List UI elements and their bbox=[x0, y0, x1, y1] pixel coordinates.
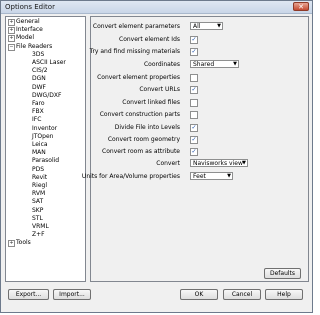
chevron-down-icon[interactable]: ▼ bbox=[233, 61, 237, 68]
setting-dropdown[interactable]: Shared ▼ bbox=[190, 60, 239, 68]
checkbox-unchecked[interactable] bbox=[190, 74, 198, 82]
tree-item-label: General bbox=[16, 18, 40, 25]
tree-item-label: DWF bbox=[32, 83, 47, 91]
settings-panel: Convert element parameters All ▼ Convert el… bbox=[82, 16, 309, 282]
tree-item-label: VRML bbox=[32, 223, 49, 230]
dropdown-value: All bbox=[193, 23, 201, 30]
options-editor-window: Options Editor ✕ + General + Interface + Mode… bbox=[0, 0, 313, 313]
tree-item-label: Inventor bbox=[32, 124, 58, 132]
help-button[interactable]: Help bbox=[265, 289, 303, 300]
setting-row: Convert URLs ✓ bbox=[91, 85, 308, 95]
tree-item-label: ASCII Laser bbox=[32, 59, 66, 66]
expand-icon[interactable]: + bbox=[8, 27, 15, 35]
setting-label: Try and find missing materials bbox=[89, 48, 180, 55]
checkbox-checked[interactable]: ✓ bbox=[190, 36, 198, 44]
checkbox-checked[interactable]: ✓ bbox=[190, 148, 198, 156]
window-title: Options Editor bbox=[5, 3, 55, 11]
checkbox-unchecked[interactable] bbox=[190, 111, 198, 119]
tree-item-label: Revit bbox=[32, 173, 48, 181]
cancel-button[interactable]: Cancel bbox=[223, 289, 261, 300]
tree-item-label: IFC bbox=[32, 116, 42, 124]
export-button[interactable]: Export... bbox=[8, 289, 49, 300]
setting-dropdown[interactable]: All ▼ bbox=[190, 22, 223, 30]
setting-row: Divide File into Levels ✓ bbox=[91, 123, 308, 133]
dropdown-value: Navisworks view bbox=[193, 160, 243, 167]
expand-icon[interactable]: + bbox=[8, 35, 15, 43]
checkbox-checked[interactable]: ✓ bbox=[190, 124, 198, 132]
setting-label: Convert element Ids bbox=[119, 36, 180, 43]
setting-label: Convert bbox=[156, 160, 180, 167]
tree-item-label: Tools bbox=[16, 239, 31, 247]
setting-row: Convert construction parts bbox=[91, 110, 308, 120]
tree-item-label: PDS bbox=[32, 165, 45, 173]
setting-row: Units for Area/Volume properties Feet ▼ bbox=[82, 172, 308, 182]
tree-item-label: JTOpen bbox=[32, 132, 54, 140]
setting-label: Convert room geometry bbox=[107, 136, 180, 143]
tree-item-label: Model bbox=[16, 34, 35, 42]
tree-item-label: Z+F bbox=[32, 231, 45, 239]
tree-item-label: CIS/2 bbox=[32, 67, 48, 75]
tree-item-label: Riegl bbox=[32, 182, 48, 189]
setting-row: Convert room as attribute ✓ bbox=[91, 147, 308, 157]
setting-label: Convert URLs bbox=[139, 86, 180, 93]
ok-button[interactable]: OK bbox=[180, 289, 218, 300]
checkbox-checked[interactable]: ✓ bbox=[190, 86, 198, 94]
tree-item-label: STL bbox=[32, 214, 43, 222]
tree-item-label: SAT bbox=[32, 198, 44, 206]
collapse-icon[interactable]: − bbox=[8, 43, 15, 51]
setting-row: Convert element parameters All ▼ bbox=[91, 22, 308, 32]
chevron-down-icon[interactable]: ▼ bbox=[242, 160, 246, 167]
checkbox-checked[interactable]: ✓ bbox=[190, 48, 198, 56]
setting-row: Convert Navisworks view ▼ bbox=[91, 159, 308, 169]
checkbox-unchecked[interactable] bbox=[190, 99, 198, 107]
setting-label: Convert construction parts bbox=[99, 111, 180, 118]
setting-dropdown[interactable]: Navisworks view ▼ bbox=[190, 159, 248, 167]
dropdown-value: Feet bbox=[193, 173, 206, 180]
checkbox-checked[interactable]: ✓ bbox=[190, 136, 198, 144]
defaults-button[interactable]: Defaults bbox=[264, 268, 301, 279]
setting-label: Coordinates bbox=[143, 61, 180, 68]
setting-row: Convert linked files bbox=[91, 98, 308, 108]
options-tree[interactable]: + General + Interface + Model − File Readers 3DS… bbox=[5, 16, 86, 282]
setting-row: Convert element Ids ✓ bbox=[91, 35, 308, 45]
close-button[interactable]: ✕ bbox=[293, 2, 309, 11]
setting-label: Units for Area/Volume properties bbox=[81, 173, 180, 180]
tree-item-label: Faro bbox=[32, 100, 45, 107]
setting-dropdown[interactable]: Feet ▼ bbox=[190, 172, 233, 180]
tree-item-label: DGN bbox=[32, 75, 46, 83]
tree-item-label: SKP bbox=[32, 206, 44, 214]
tree-item-label: Leica bbox=[32, 141, 48, 148]
expand-icon[interactable]: + bbox=[8, 240, 15, 248]
setting-row: Try and find missing materials ✓ bbox=[89, 47, 308, 57]
import-button[interactable]: Import... bbox=[53, 289, 91, 300]
tree-item-label: File Readers bbox=[16, 42, 53, 50]
tree-item-label: MAN bbox=[32, 149, 46, 157]
title-bar[interactable]: Options Editor ✕ bbox=[1, 1, 312, 14]
expand-icon[interactable]: + bbox=[8, 19, 15, 26]
tree-item-label: 3DS bbox=[32, 50, 45, 58]
tree-item-label: Parasolid bbox=[32, 157, 60, 165]
setting-row: Convert element properties bbox=[91, 73, 308, 83]
tree-item-label: FBX bbox=[32, 108, 44, 116]
setting-label: Convert element properties bbox=[97, 74, 180, 81]
tree-item-label: RVM bbox=[32, 190, 46, 198]
chevron-down-icon[interactable]: ▼ bbox=[217, 23, 221, 30]
setting-row: Convert room geometry ✓ bbox=[91, 135, 308, 145]
tree-item-label: Interface bbox=[16, 26, 43, 34]
setting-label: Convert linked files bbox=[122, 99, 180, 106]
setting-label: Convert room as attribute bbox=[102, 148, 180, 155]
setting-row: Coordinates Shared ▼ bbox=[91, 60, 308, 70]
chevron-down-icon[interactable]: ▼ bbox=[227, 173, 231, 180]
setting-label: Divide File into Levels bbox=[114, 124, 180, 131]
dropdown-value: Shared bbox=[193, 61, 215, 68]
setting-label: Convert element parameters bbox=[92, 23, 180, 30]
tree-item-label: DWG/DXF bbox=[32, 91, 62, 99]
